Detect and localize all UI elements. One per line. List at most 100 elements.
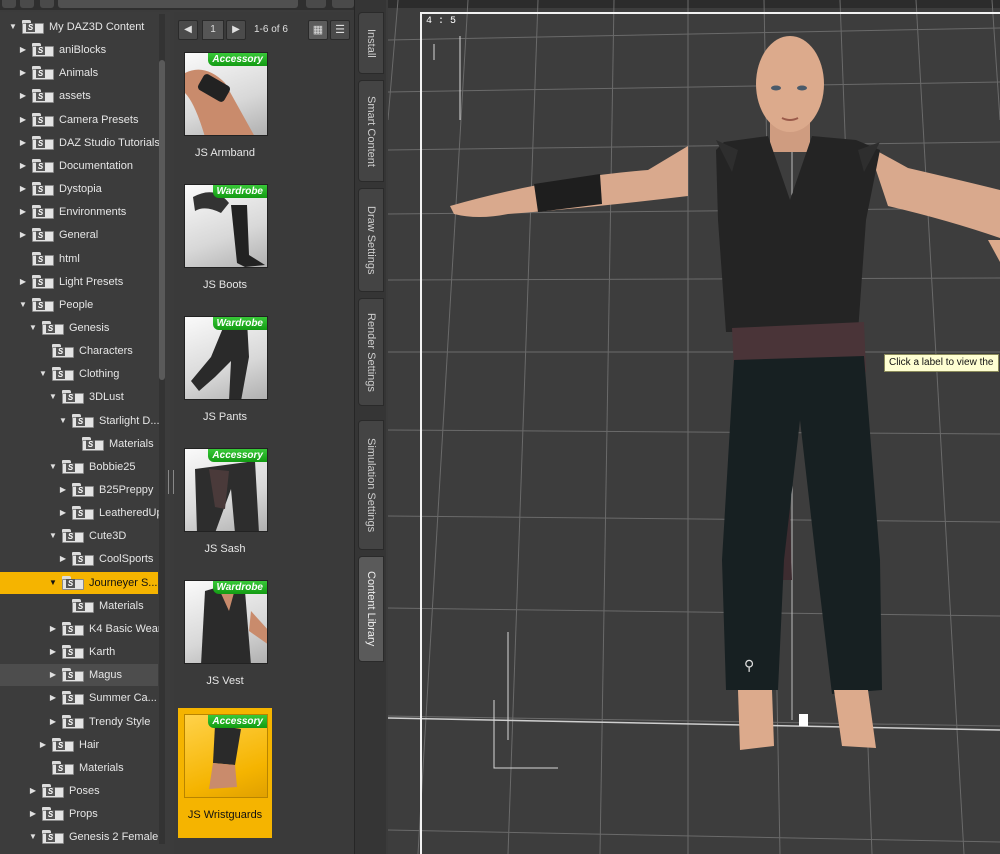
list-view-button[interactable]: ☰	[330, 20, 350, 40]
menu-button[interactable]	[332, 0, 354, 8]
product-tile[interactable]: Accessory JS Sash	[178, 442, 272, 570]
tree-scrollbar-thumb[interactable]	[159, 60, 165, 380]
folder-icon: S	[72, 506, 94, 521]
collapsed-arrow-icon[interactable]: ▶	[28, 809, 38, 819]
tree-item[interactable]: ▶ S Camera Presets	[0, 109, 158, 131]
tree-item[interactable]: S Materials	[0, 595, 158, 617]
forward-button[interactable]	[20, 0, 34, 8]
folder-icon: S	[62, 390, 84, 405]
tab-smart-content[interactable]: Smart Content	[358, 80, 384, 182]
tree-item[interactable]: ▶ S Hair	[0, 734, 158, 756]
tree-item[interactable]: ▶ S B25Preppy	[0, 479, 158, 501]
expanded-arrow-icon[interactable]: ▼	[8, 22, 18, 32]
tree-item[interactable]: ▶ S Props	[0, 803, 158, 825]
search-field[interactable]	[58, 0, 298, 8]
tree-item[interactable]: ▶ S DAZ Studio Tutorials	[0, 132, 160, 154]
collapsed-arrow-icon[interactable]: ▶	[18, 184, 28, 194]
options-button[interactable]	[306, 0, 326, 8]
grid-view-button[interactable]: ▦	[308, 20, 328, 40]
collapsed-arrow-icon[interactable]: ▶	[18, 230, 28, 240]
collapsed-arrow-icon[interactable]: ▶	[58, 485, 68, 495]
next-page-button[interactable]: ▶	[226, 20, 246, 40]
tab-render-settings[interactable]: Render Settings	[358, 298, 384, 406]
tree-item[interactable]: ▼ S My DAZ3D Content	[0, 16, 158, 38]
tree-item[interactable]: ▼ S 3DLust	[0, 386, 158, 408]
collapsed-arrow-icon[interactable]: ▶	[48, 717, 58, 727]
collapsed-arrow-icon[interactable]: ▶	[58, 554, 68, 564]
tree-item[interactable]: ▼ S Journeyer S...	[0, 571, 158, 594]
expanded-arrow-icon[interactable]: ▼	[48, 578, 58, 588]
tree-item[interactable]: ▼ S People	[0, 294, 158, 316]
product-badge: Accessory	[208, 715, 267, 728]
tree-item[interactable]: ▼ S Starlight D...	[0, 410, 160, 432]
back-button[interactable]	[2, 0, 16, 8]
expanded-arrow-icon[interactable]: ▼	[38, 369, 48, 379]
expanded-arrow-icon[interactable]: ▼	[28, 323, 38, 333]
collapsed-arrow-icon[interactable]: ▶	[18, 115, 28, 125]
product-tile[interactable]: Wardrobe JS Boots	[178, 178, 272, 306]
tab-draw-settings[interactable]: Draw Settings	[358, 188, 384, 292]
collapsed-arrow-icon[interactable]: ▶	[48, 693, 58, 703]
tab-simulation-settings[interactable]: Simulation Settings	[358, 420, 384, 550]
product-badge: Wardrobe	[212, 185, 267, 198]
tree-item[interactable]: ▶ S K4 Basic Wear	[0, 618, 162, 640]
tree-item[interactable]: Shtml	[0, 248, 158, 270]
tree-item[interactable]: ▼ S Cute3D	[0, 525, 158, 547]
tree-item[interactable]: ▶ Sassets	[0, 85, 158, 107]
collapsed-arrow-icon[interactable]: ▶	[28, 786, 38, 796]
collapsed-arrow-icon[interactable]: ▶	[48, 624, 58, 634]
collapsed-arrow-icon[interactable]: ▶	[18, 161, 28, 171]
expanded-arrow-icon[interactable]: ▼	[28, 832, 38, 842]
collapsed-arrow-icon[interactable]: ▶	[18, 68, 28, 78]
tree-item-label: DAZ Studio Tutorials	[59, 136, 160, 149]
tree-item[interactable]: ▶ SaniBlocks	[0, 39, 158, 61]
collapsed-arrow-icon[interactable]: ▶	[18, 91, 28, 101]
tree-item[interactable]: ▼ S Bobbie25	[0, 456, 158, 478]
tree-item[interactable]: S Characters	[0, 340, 158, 362]
collapsed-arrow-icon[interactable]: ▶	[18, 277, 28, 287]
tree-item[interactable]: ▶ S Environments	[0, 201, 158, 223]
collapsed-arrow-icon[interactable]: ▶	[18, 207, 28, 217]
tree-item[interactable]: ▶ S CoolSports	[0, 548, 158, 570]
expanded-arrow-icon[interactable]: ▼	[18, 300, 28, 310]
product-tile[interactable]: Accessory JS Armband	[178, 46, 272, 174]
expanded-arrow-icon[interactable]: ▼	[48, 462, 58, 472]
tree-item-label: 3DLust	[89, 391, 124, 404]
tree-item[interactable]: ▶ S Summer Ca...	[0, 687, 158, 709]
filter-button[interactable]	[40, 0, 54, 8]
tree-item[interactable]: ▶ S Karth	[0, 641, 158, 663]
product-tile[interactable]: Wardrobe JS Vest	[178, 574, 272, 702]
collapsed-arrow-icon[interactable]: ▶	[48, 647, 58, 657]
page-number-field[interactable]: 1	[202, 20, 224, 40]
tree-item[interactable]: ▶ S Animals	[0, 62, 158, 84]
product-tile-selected[interactable]: Accessory JS Wristguards	[178, 708, 272, 838]
collapsed-arrow-icon[interactable]: ▶	[48, 670, 58, 680]
tree-item[interactable]: ▼ S Genesis	[0, 317, 158, 339]
collapsed-arrow-icon[interactable]: ▶	[58, 508, 68, 518]
tree-item[interactable]: ▶ S LeatheredUp	[0, 502, 163, 524]
product-tile[interactable]: Wardrobe JS Pants	[178, 310, 272, 438]
tree-item[interactable]: ▶ S Magus	[0, 664, 158, 687]
collapsed-arrow-icon[interactable]: ▶	[38, 740, 48, 750]
expanded-arrow-icon[interactable]: ▼	[48, 392, 58, 402]
collapsed-arrow-icon[interactable]: ▶	[18, 45, 28, 55]
expanded-arrow-icon[interactable]: ▼	[58, 416, 68, 426]
prev-page-button[interactable]: ◀	[178, 20, 198, 40]
tree-item[interactable]: ▶ S Light Presets	[0, 271, 158, 293]
tree-item[interactable]: ▶ S Documentation	[0, 155, 158, 177]
tree-item[interactable]: ▶ S Dystopia	[0, 178, 158, 200]
viewport-3d[interactable]: ⚲ 4 : 5 Click a label to view the	[388, 0, 1000, 854]
tab-label: Draw Settings	[365, 205, 377, 275]
folder-icon: S	[42, 320, 64, 335]
tree-item[interactable]: ▶ S Poses	[0, 780, 158, 802]
tree-item[interactable]: ▼ S Genesis 2 Female	[0, 826, 158, 848]
tree-item[interactable]: ▶ S General	[0, 224, 158, 246]
tree-item[interactable]: ▼ S Clothing	[0, 363, 158, 385]
tree-item[interactable]: S Materials	[0, 433, 158, 455]
tab-content-library[interactable]: Content Library	[358, 556, 384, 662]
collapsed-arrow-icon[interactable]: ▶	[18, 138, 28, 148]
tree-item[interactable]: ▶ S Trendy Style	[0, 711, 158, 733]
tab-install[interactable]: Install	[358, 12, 384, 74]
tree-item[interactable]: S Materials	[0, 757, 158, 779]
expanded-arrow-icon[interactable]: ▼	[48, 531, 58, 541]
